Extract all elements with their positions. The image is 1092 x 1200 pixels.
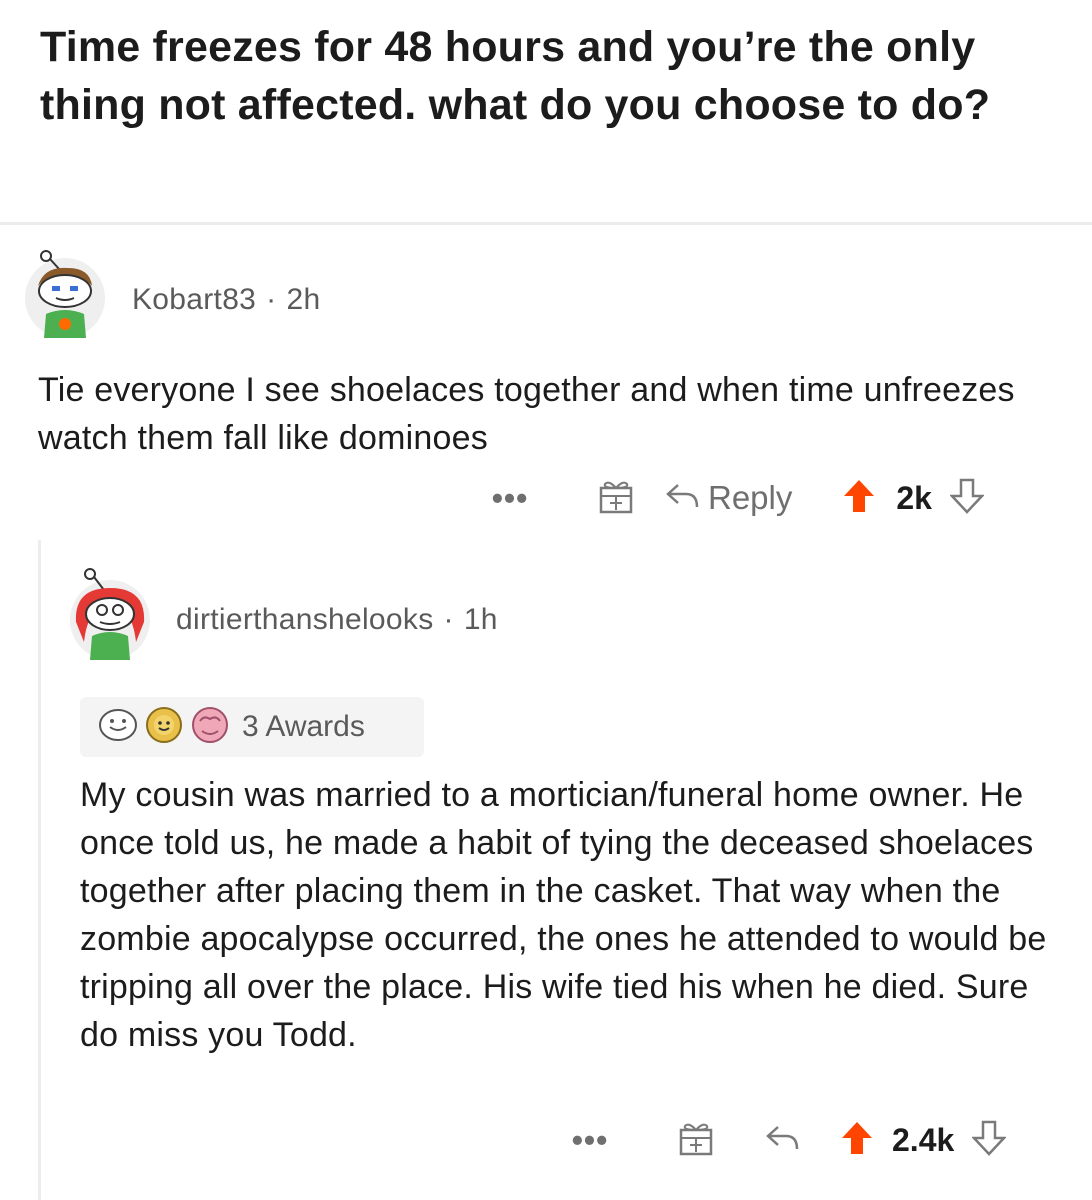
- comment-actions: ••• 2.4k: [560, 1118, 1008, 1162]
- award-icon: [188, 705, 232, 750]
- upvote-button[interactable]: [840, 1120, 874, 1161]
- reply-button[interactable]: Reply: [664, 479, 792, 517]
- comment-body: My cousin was married to a mortician/fun…: [80, 776, 1047, 1054]
- meta-separator: ·: [266, 283, 277, 316]
- comment-meta: dirtierthanshelooks · 1h: [176, 603, 498, 637]
- meta-separator: ·: [443, 603, 454, 636]
- awards-count: 3 Awards: [242, 710, 365, 743]
- awards-bar[interactable]: 3 Awards: [80, 697, 424, 757]
- comment-body: Tie everyone I see shoelaces together an…: [38, 371, 1015, 457]
- comment-age: 1h: [463, 603, 498, 636]
- username[interactable]: dirtierthanshelooks: [176, 603, 434, 636]
- more-button[interactable]: •••: [480, 482, 540, 514]
- username[interactable]: Kobart83: [132, 283, 256, 316]
- upvote-icon: [842, 478, 876, 519]
- thread-line[interactable]: [38, 540, 41, 1200]
- comment-actions: ••• Reply 2k: [480, 476, 985, 520]
- divider: [0, 222, 1092, 225]
- award-icon: [142, 705, 186, 750]
- upvote-icon: [840, 1120, 874, 1161]
- reply-icon: [764, 1123, 800, 1158]
- avatar[interactable]: [70, 562, 150, 666]
- gift-button[interactable]: [588, 478, 644, 519]
- upvote-button[interactable]: [842, 478, 876, 519]
- comment-meta: Kobart83 · 2h: [132, 283, 320, 317]
- reply-button[interactable]: [764, 1123, 800, 1158]
- vote-score: 2.4k: [892, 1121, 955, 1158]
- downvote-button[interactable]: [949, 478, 985, 519]
- gift-icon: [679, 1120, 713, 1161]
- award-icon: [96, 705, 140, 750]
- reply-label: Reply: [708, 479, 793, 516]
- avatar[interactable]: [24, 246, 106, 344]
- vote-score: 2k: [896, 479, 932, 516]
- reply-icon: [664, 481, 700, 516]
- more-button[interactable]: •••: [560, 1124, 620, 1156]
- post-title: Time freezes for 48 hours and you’re the…: [40, 23, 991, 129]
- downvote-icon: [971, 1120, 1008, 1161]
- comment-age: 2h: [286, 283, 321, 316]
- downvote-button[interactable]: [971, 1120, 1008, 1161]
- gift-icon: [599, 478, 633, 519]
- downvote-icon: [949, 478, 985, 519]
- gift-button[interactable]: [668, 1120, 724, 1161]
